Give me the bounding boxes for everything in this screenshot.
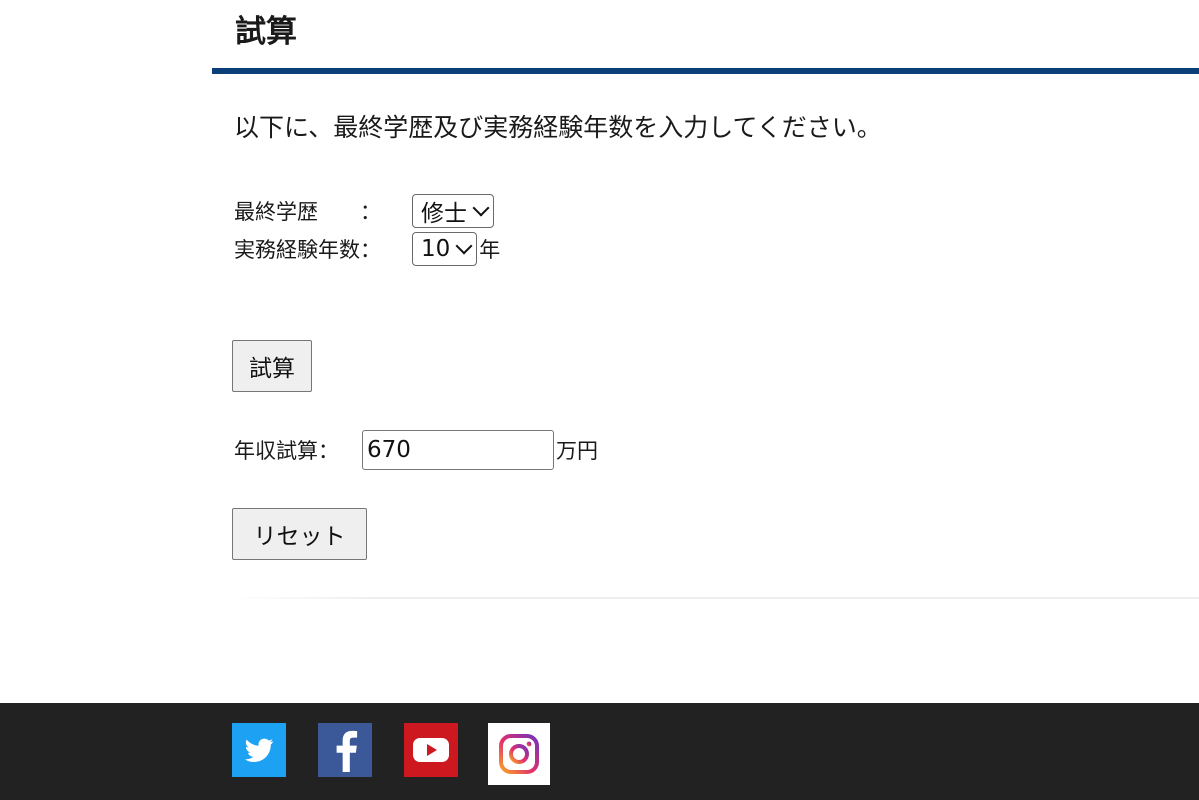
experience-unit: 年: [479, 238, 501, 262]
content-divider: [232, 597, 1199, 599]
youtube-icon: [413, 738, 449, 762]
twitter-icon: [244, 738, 274, 763]
salary-result-field[interactable]: 670: [362, 430, 554, 470]
experience-row: 実務経験年数： 10 年: [234, 230, 500, 268]
result-unit: 万円: [556, 439, 598, 463]
experience-select[interactable]: 10: [412, 232, 478, 266]
calculate-button[interactable]: 試算: [232, 340, 312, 392]
twitter-link[interactable]: [232, 723, 286, 777]
page-title: 試算: [235, 14, 297, 50]
result-row: 年収試算： 670 万円: [234, 430, 598, 470]
education-select[interactable]: 修士: [412, 194, 494, 228]
experience-label: 実務経験年数：: [234, 238, 381, 262]
footer: [0, 703, 1199, 800]
chevron-down-icon: [472, 199, 490, 217]
education-row: 最終学歴 ： 修士: [234, 192, 494, 230]
facebook-link[interactable]: [318, 723, 372, 777]
education-selected-value: 修士: [421, 201, 467, 227]
chevron-down-icon: [455, 237, 473, 255]
facebook-icon: [336, 730, 358, 772]
title-underline: [212, 68, 1199, 74]
reset-button[interactable]: リセット: [232, 508, 367, 560]
result-label: 年収試算：: [234, 439, 339, 463]
instruction-text: 以下に、最終学歴及び実務経験年数を入力してください。: [234, 113, 882, 142]
education-label: 最終学歴 ：: [234, 200, 381, 224]
instagram-icon: [499, 734, 539, 774]
experience-selected-value: 10: [421, 236, 451, 262]
youtube-link[interactable]: [404, 723, 458, 777]
instagram-link[interactable]: [488, 723, 550, 785]
